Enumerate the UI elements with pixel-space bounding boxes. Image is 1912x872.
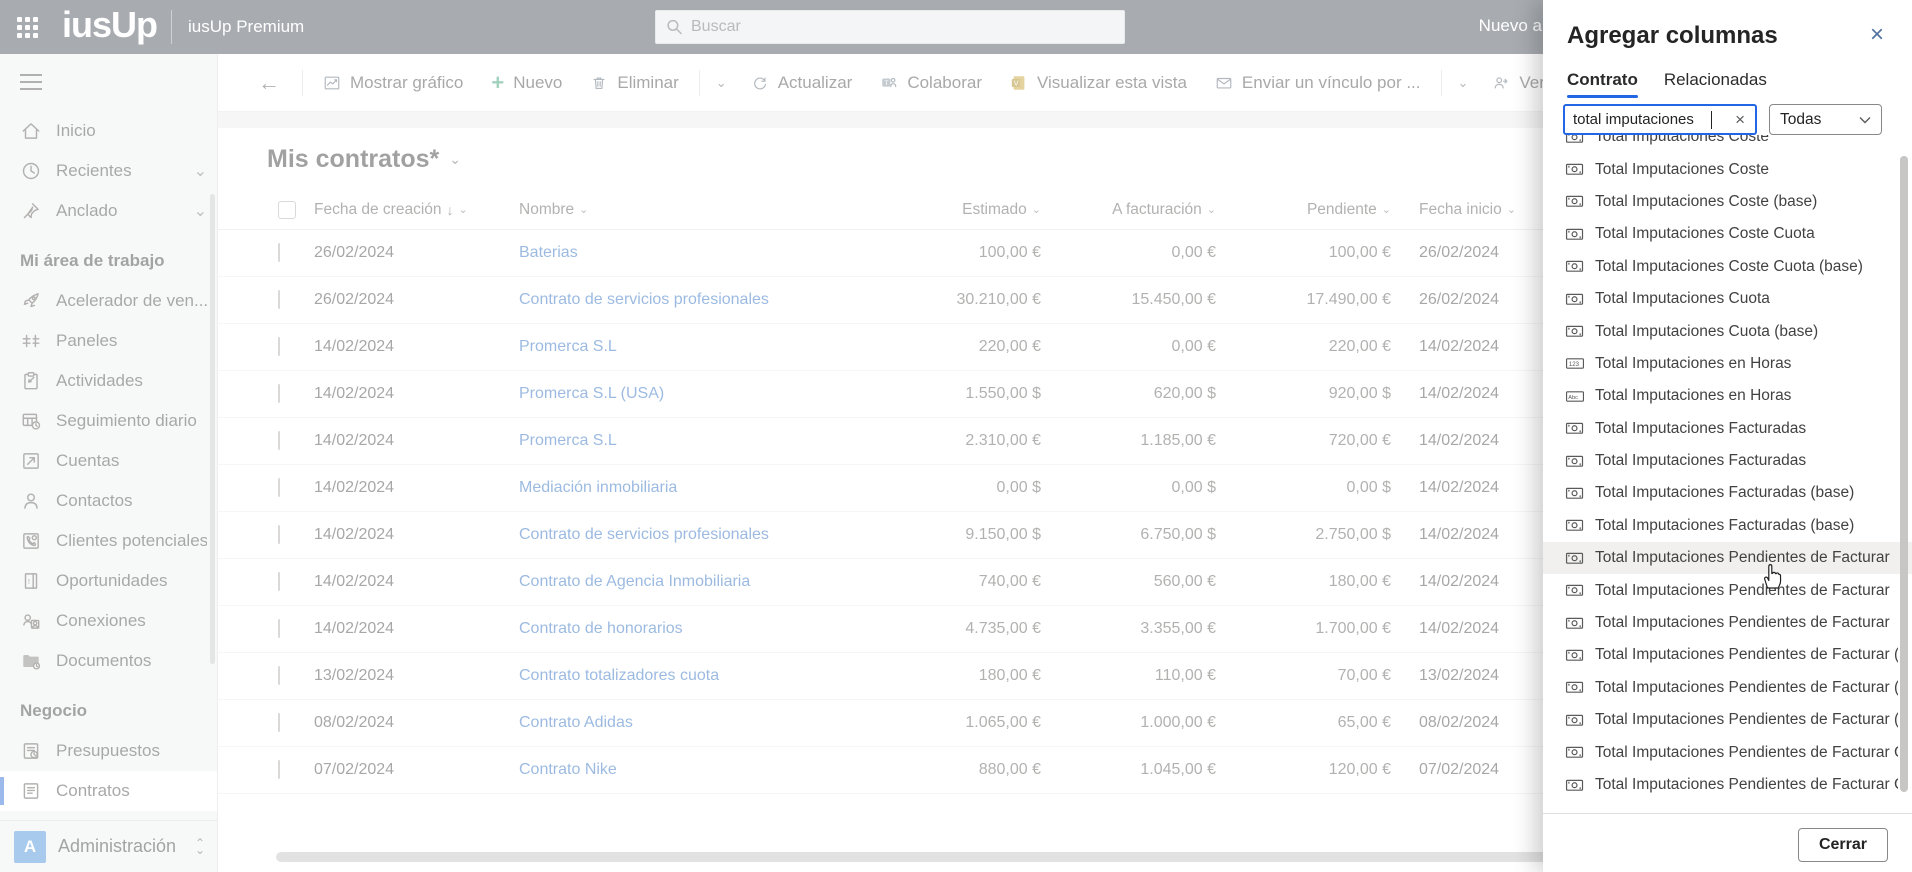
column-option[interactable]: Total Imputaciones Coste Cuota (base) (1543, 251, 1912, 283)
column-option-label: Total Imputaciones Coste Cuota (1595, 225, 1815, 243)
money-icon (1565, 421, 1585, 436)
column-search-box[interactable]: × (1563, 104, 1757, 135)
column-list: Total Imputaciones Coste Total Imputacion… (1543, 121, 1912, 813)
column-option[interactable]: Total Imputaciones Facturadas (base) (1543, 510, 1912, 542)
column-option-label: Total Imputaciones Pendientes de Factura… (1595, 678, 1898, 696)
money-icon (1565, 324, 1585, 339)
column-option-label: Total Imputaciones en Horas (1595, 354, 1792, 372)
column-option-label: Total Imputaciones Pendientes de Factura… (1595, 743, 1898, 761)
column-option[interactable]: Total Imputaciones Facturadas (1543, 413, 1912, 445)
tab-relacionadas[interactable]: Relacionadas (1664, 70, 1767, 98)
modal-dim-overlay (0, 0, 1543, 872)
column-option-label: Total Imputaciones Cuota (base) (1595, 322, 1819, 340)
column-option-label: Total Imputaciones Pendientes de Factura… (1595, 646, 1898, 664)
column-option[interactable]: Total Imputaciones Pendientes de Factura… (1543, 672, 1912, 704)
column-search-input[interactable] (1573, 111, 1711, 128)
column-option-label: Total Imputaciones Pendientes de Factura… (1595, 776, 1898, 793)
money-icon (1565, 583, 1585, 598)
column-option[interactable]: Total Imputaciones Pendientes de Factura… (1543, 639, 1912, 671)
money-icon (1565, 778, 1585, 793)
money-icon (1565, 194, 1585, 209)
column-option[interactable]: Total Imputaciones Coste Cuota (1543, 218, 1912, 250)
column-option-label: Total Imputaciones Coste Cuota (base) (1595, 257, 1863, 275)
column-option-label: Total Imputaciones Pendientes de Factura… (1595, 581, 1890, 599)
column-option-label: Total Imputaciones Pendientes de Factura… (1595, 549, 1890, 567)
column-option[interactable]: Total Imputaciones Pendientes de Factura… (1543, 607, 1912, 639)
add-columns-panel: Agregar columnas × Contrato Relacionadas… (1543, 0, 1912, 872)
svg-text:Abc: Abc (1568, 395, 1578, 401)
column-option-label: Total Imputaciones Cuota (1595, 290, 1770, 308)
money-icon (1565, 648, 1585, 663)
close-panel-icon[interactable]: × (1864, 22, 1890, 48)
column-option-label: Total Imputaciones Coste (1595, 160, 1770, 178)
text-icon: Abc (1565, 389, 1585, 404)
money-icon (1565, 227, 1585, 242)
panel-scrollbar[interactable] (1900, 156, 1908, 792)
money-icon (1565, 713, 1585, 728)
column-option-label: Total Imputaciones Facturadas (1595, 452, 1807, 470)
column-option[interactable]: Abc Total Imputaciones en Horas (1543, 380, 1912, 412)
panel-title: Agregar columnas (1567, 22, 1778, 49)
money-icon (1565, 616, 1585, 631)
panel-tabs: Contrato Relacionadas (1543, 50, 1912, 98)
column-option[interactable]: Total Imputaciones Facturadas (base) (1543, 477, 1912, 509)
money-icon (1565, 162, 1585, 177)
money-icon (1565, 259, 1585, 274)
money-icon (1565, 680, 1585, 695)
tab-contrato[interactable]: Contrato (1567, 70, 1638, 98)
column-option-label: Total Imputaciones Facturadas (base) (1595, 484, 1855, 502)
clear-search-icon[interactable]: × (1731, 110, 1749, 130)
column-option[interactable]: Total Imputaciones Cuota (1543, 283, 1912, 315)
column-option-label: Total Imputaciones en Horas (1595, 387, 1792, 405)
column-option[interactable]: Total Imputaciones Pendientes de Factura… (1543, 769, 1912, 801)
column-option[interactable]: Total Imputaciones Coste (1543, 153, 1912, 185)
column-option[interactable]: 123 Total Imputaciones en Horas (1543, 348, 1912, 380)
column-option[interactable]: Total Imputaciones Coste (base) (1543, 186, 1912, 218)
column-option-label: Total Imputaciones Pendientes de Factura… (1595, 711, 1898, 729)
column-option[interactable]: Total Imputaciones Pendientes de Factura… (1543, 574, 1912, 606)
column-option-label: Total Imputaciones Pendientes de Factura… (1595, 614, 1890, 632)
column-option[interactable]: Total Imputaciones Cuota (base) (1543, 315, 1912, 347)
money-icon (1565, 551, 1585, 566)
chevron-down-icon (1859, 116, 1871, 123)
text-caret (1711, 110, 1712, 129)
column-option-label: Total Imputaciones Facturadas (1595, 419, 1807, 437)
cerrar-button[interactable]: Cerrar (1797, 828, 1888, 862)
column-type-dropdown[interactable]: Todas (1769, 104, 1882, 135)
money-icon (1565, 745, 1585, 760)
money-icon (1565, 292, 1585, 307)
column-option[interactable]: Total Imputaciones Pendientes de Factura… (1543, 542, 1912, 575)
number-icon: 123 (1565, 356, 1585, 371)
svg-text:123: 123 (1569, 362, 1580, 369)
money-icon (1565, 486, 1585, 501)
money-icon (1565, 518, 1585, 533)
column-option[interactable]: Total Imputaciones Pendientes de Factura… (1543, 704, 1912, 736)
column-option-label: Total Imputaciones Facturadas (base) (1595, 516, 1855, 534)
column-option[interactable]: Total Imputaciones Facturadas (1543, 445, 1912, 477)
column-option-label: Total Imputaciones Coste (base) (1595, 192, 1818, 210)
money-icon (1565, 454, 1585, 469)
column-option[interactable]: Total Imputaciones Pendientes de Factura… (1543, 736, 1912, 768)
